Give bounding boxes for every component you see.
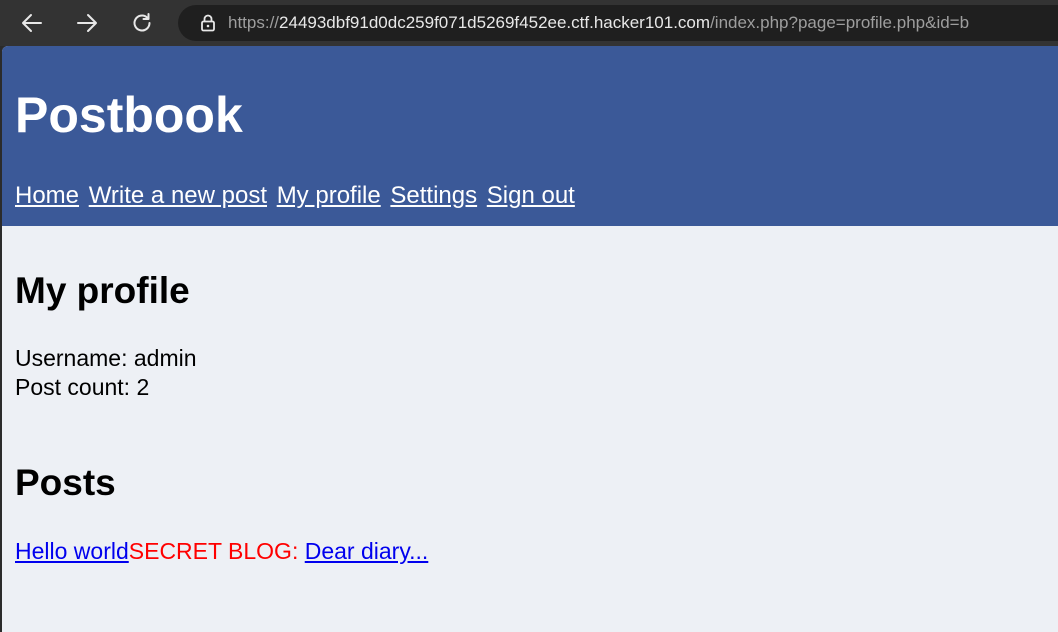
page-viewport: Postbook Home Write a new post My profil… [2,46,1058,632]
url-path: /index.php?page=profile.php&id=b [710,13,970,32]
lock-icon[interactable] [200,14,216,32]
reload-icon [131,12,153,34]
post-count-line: Post count: 2 [15,374,150,400]
forward-button[interactable] [71,8,103,38]
url-host: 24493dbf91d0dc259f071d5269f452ee.ctf.hac… [279,13,711,32]
nav-link-settings[interactable]: Settings [390,182,477,209]
site-header: Postbook Home Write a new post My profil… [2,46,1058,226]
site-nav: Home Write a new post My profile Setting… [15,184,578,208]
back-button[interactable] [16,8,48,38]
address-bar[interactable]: https://24493dbf91d0dc259f071d5269f452ee… [178,5,1058,41]
secret-blog-prefix: SECRET BLOG: [128,538,305,564]
profile-info: Username: admin Post count: 2 [15,344,197,402]
nav-link-sign-out[interactable]: Sign out [487,182,575,209]
site-title: Postbook [15,87,243,143]
back-arrow-icon [21,12,43,34]
nav-link-home[interactable]: Home [15,182,79,209]
page-title: My profile [15,270,190,311]
posts-list: Hello worldSECRET BLOG: Dear diary... [15,538,428,566]
username-line: Username: admin [15,345,197,371]
post-link-dear-diary[interactable]: Dear diary... [305,538,429,564]
nav-link-my-profile[interactable]: My profile [277,182,381,209]
browser-toolbar: https://24493dbf91d0dc259f071d5269f452ee… [0,0,1058,46]
url-text[interactable]: https://24493dbf91d0dc259f071d5269f452ee… [228,13,969,33]
post-link-hello-world[interactable]: Hello world [15,538,129,564]
reload-button[interactable] [126,8,158,38]
url-scheme: https:// [228,13,280,32]
forward-arrow-icon [76,12,98,34]
posts-heading: Posts [15,462,116,503]
nav-link-write-post[interactable]: Write a new post [89,182,267,209]
